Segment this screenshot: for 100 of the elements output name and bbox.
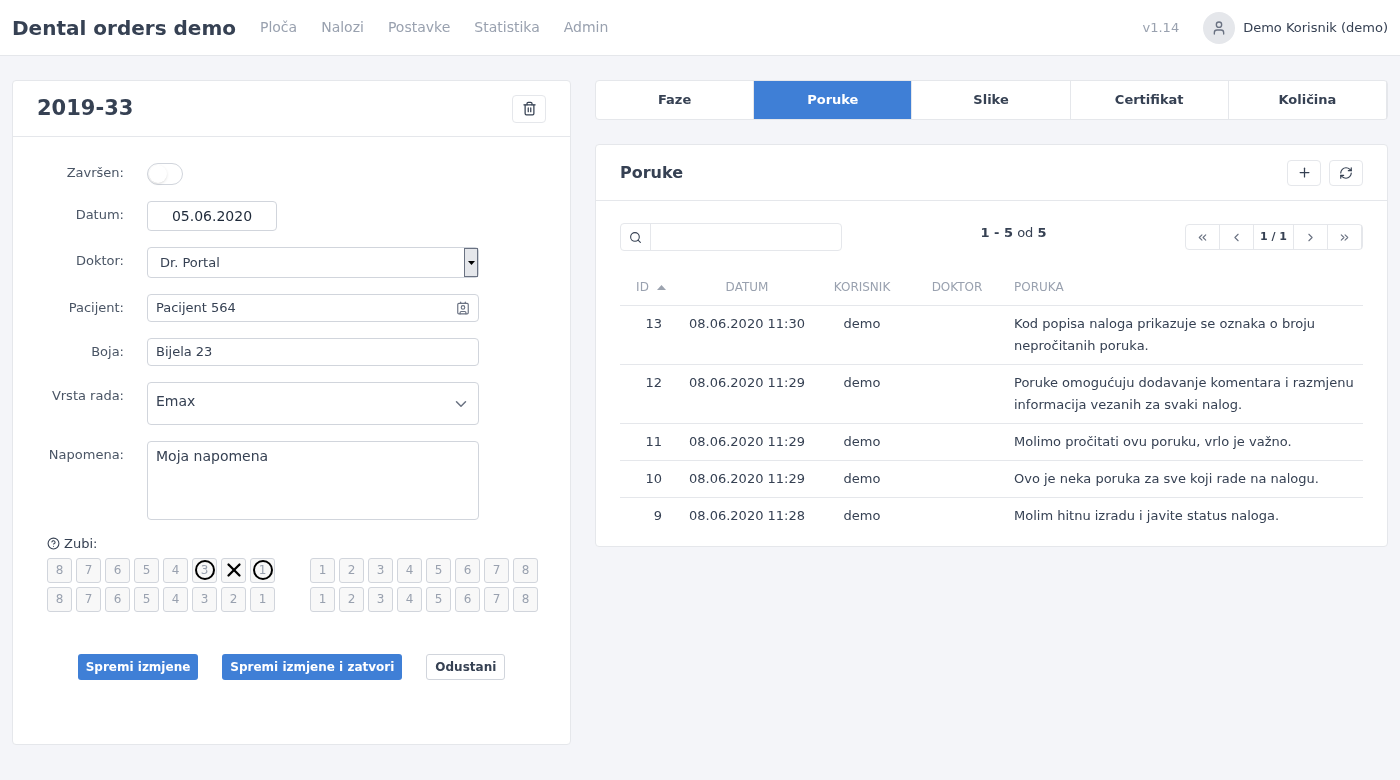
column-header[interactable]: ID — [620, 269, 682, 305]
tooth-button[interactable]: 4 — [397, 557, 422, 583]
table-cell: 11 — [645, 433, 662, 449]
field-label: Napomena: — [47, 446, 125, 464]
nav-link[interactable]: Statistika — [474, 17, 540, 38]
column-header[interactable]: DOKTOR — [912, 269, 1002, 305]
tooth-button[interactable]: 7 — [484, 557, 509, 583]
tooth-button[interactable]: 6 — [455, 557, 480, 583]
tooth-button[interactable]: 1 — [310, 557, 335, 583]
patient-field[interactable]: Pacijent 564 — [147, 294, 479, 322]
table-cell: demo — [843, 315, 881, 331]
tab[interactable]: Certifikat — [1070, 81, 1229, 119]
tooth-button[interactable]: 6 — [105, 557, 130, 583]
table-cell: Poruke omogućuju dodavanje komentara i razmjenu informacija vezanih za svaki nalog. — [1014, 374, 1354, 412]
table-cell: 08.06.2020 11:29 — [689, 470, 805, 486]
color-field[interactable]: Bijela 23 — [147, 338, 479, 366]
tooth-button[interactable]: 7 — [76, 586, 101, 612]
table-cell: Molim hitnu izradu i javite status naloga. — [1014, 507, 1280, 523]
version-label: v1.14 — [1142, 18, 1180, 37]
tooth-button[interactable]: 2 — [339, 557, 364, 583]
sort-ascending-icon — [656, 284, 666, 290]
toggle-switch[interactable] — [147, 163, 183, 185]
tooth-button[interactable]: 6 — [455, 586, 480, 612]
tooth-button[interactable]: 3 — [192, 557, 217, 583]
nav-link[interactable]: Ploča — [259, 17, 298, 38]
tooth-button[interactable]: 6 — [105, 586, 130, 612]
avatar-icon[interactable] — [1203, 11, 1236, 44]
user-name[interactable]: Demo Korisnik (demo) — [1243, 17, 1388, 38]
search-field[interactable] — [620, 223, 842, 251]
search-icon — [629, 230, 642, 244]
field-label: Doktor: — [74, 252, 125, 270]
tooth-button[interactable]: 2 — [221, 586, 246, 612]
tooth-button[interactable]: 4 — [397, 586, 422, 612]
tooth-button[interactable]: 1 — [250, 586, 275, 612]
doctor-combo[interactable]: Dr. Portal — [147, 247, 479, 278]
tab[interactable]: Količina — [1228, 81, 1387, 119]
field-label: Boja: — [90, 343, 125, 361]
table-cell: 08.06.2020 11:29 — [689, 433, 805, 449]
refresh-button[interactable] — [1329, 159, 1363, 186]
tab[interactable]: Poruke — [754, 81, 913, 119]
circle-mark-icon — [194, 560, 215, 580]
plus-icon — [1296, 165, 1312, 180]
tooth-button[interactable]: 5 — [426, 586, 451, 612]
refresh-icon — [1339, 165, 1353, 180]
tooth-button[interactable]: 8 — [47, 557, 72, 583]
table-cell: demo — [843, 374, 881, 390]
column-header[interactable]: KORISNIK — [812, 269, 912, 305]
tooth-button[interactable]: 5 — [134, 586, 159, 612]
tooth-button[interactable]: 7 — [76, 557, 101, 583]
table-cell: demo — [843, 433, 881, 449]
table-cell: 10 — [645, 470, 662, 486]
delete-button[interactable] — [512, 94, 546, 123]
note-textarea[interactable]: Moja napomena — [147, 441, 479, 520]
form-button[interactable]: Spremi izmjene i zatvori — [222, 653, 403, 680]
table-cell: Kod popisa naloga prikazuje se oznaka o broju nepročitanih poruka. — [1014, 315, 1316, 353]
date-field[interactable]: 05.06.2020 — [147, 201, 277, 231]
tooth-button[interactable]: 8 — [513, 586, 538, 612]
tooth-button[interactable]: 3 — [192, 586, 217, 612]
app-title: Dental orders demo — [12, 14, 236, 42]
tooth-button[interactable]: 1 — [250, 557, 275, 583]
table-cell: demo — [843, 507, 881, 523]
form-button[interactable]: Spremi izmjene — [77, 653, 199, 680]
table-cell: 9 — [653, 507, 662, 523]
contact-card-icon[interactable] — [456, 301, 470, 315]
tooth-button[interactable]: 5 — [426, 557, 451, 583]
nav-link[interactable]: Postavke — [387, 17, 451, 38]
field-label: Vrsta rada: — [50, 387, 125, 405]
field-label: Pacijent: — [67, 299, 125, 317]
field-label: Završen: — [65, 164, 125, 182]
tooth-button[interactable]: 4 — [163, 586, 188, 612]
order-number: 2019-33 — [37, 94, 134, 122]
tooth-button[interactable]: 5 — [134, 557, 159, 583]
tooth-button[interactable]: 1 — [310, 586, 335, 612]
help-icon[interactable] — [47, 537, 60, 551]
table-cell: 08.06.2020 11:29 — [689, 374, 805, 390]
table-cell: 12 — [645, 374, 662, 390]
tooth-button[interactable]: 8 — [513, 557, 538, 583]
tab[interactable]: Slike — [912, 81, 1071, 119]
teeth-label: Zubi: — [64, 535, 98, 553]
tooth-button[interactable]: 4 — [163, 557, 188, 583]
tooth-button[interactable]: 3 — [368, 586, 393, 612]
column-header[interactable]: PORUKA — [1002, 269, 1363, 305]
trash-icon — [521, 101, 537, 116]
card-title: Poruke — [620, 161, 684, 184]
field-label: Datum: — [74, 206, 125, 224]
circle-mark-icon — [252, 560, 273, 580]
tooth-button[interactable]: 3 — [368, 557, 393, 583]
work-type-select[interactable]: Emax — [147, 382, 479, 425]
tooth-button[interactable]: 8 — [47, 586, 72, 612]
nav-link[interactable]: Nalozi — [321, 17, 364, 38]
tooth-button[interactable] — [221, 557, 246, 583]
table-cell: 08.06.2020 11:30 — [689, 315, 805, 331]
table-cell: 13 — [645, 315, 662, 331]
table-cell: 08.06.2020 11:28 — [689, 507, 805, 523]
column-header[interactable]: DATUM — [682, 269, 812, 305]
form-button[interactable]: Odustani — [426, 653, 506, 680]
tooth-button[interactable]: 7 — [484, 586, 509, 612]
table-cell: Molimo pročitati ovu poruku, vrlo je važno. — [1014, 433, 1292, 449]
tooth-button[interactable]: 2 — [339, 586, 364, 612]
nav-link[interactable]: Admin — [563, 17, 609, 38]
